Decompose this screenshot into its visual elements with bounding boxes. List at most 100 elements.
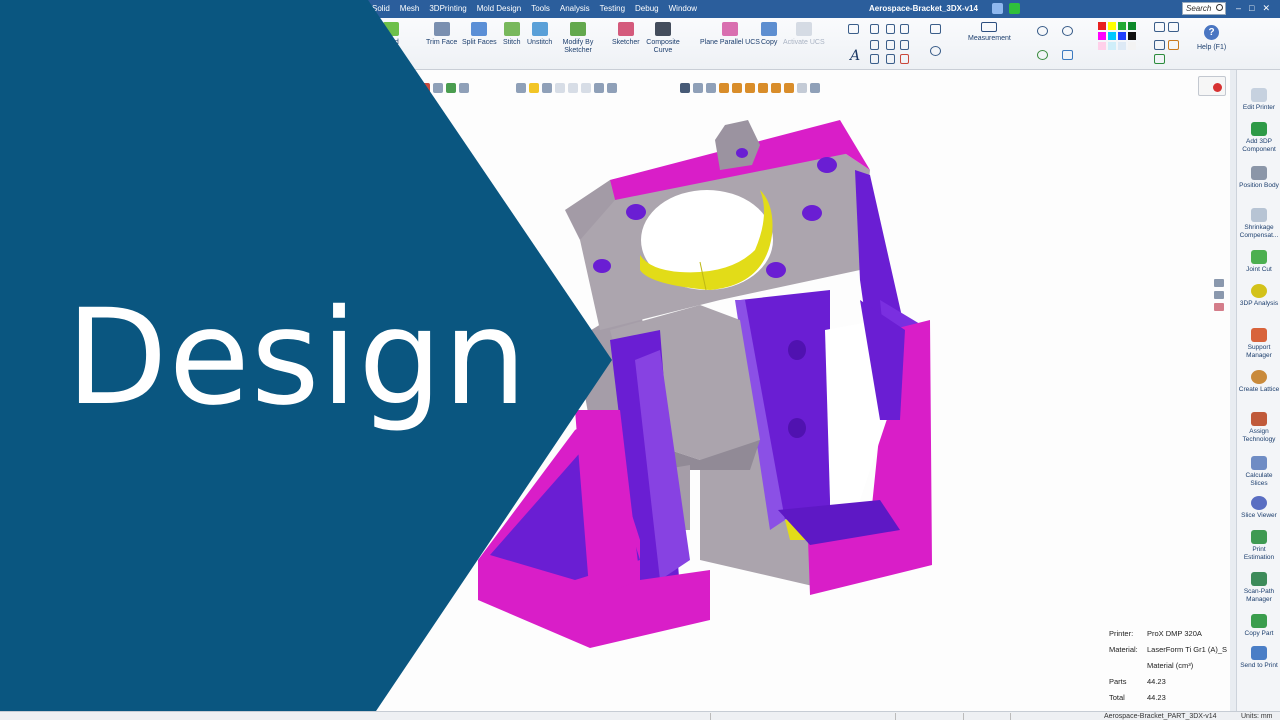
line-weight-icon[interactable] [1154,40,1165,50]
texture-icon[interactable] [1168,40,1179,50]
edit-printer-button[interactable]: Edit Printer [1237,88,1280,112]
side-tool-icon[interactable] [1214,303,1224,311]
color-swatch[interactable] [1118,42,1126,50]
zoom-window-icon[interactable] [1062,26,1073,36]
table-icon[interactable] [900,54,909,64]
activate-ucs-icon [795,22,812,36]
create-lattice-button[interactable]: Create Lattice [1237,370,1280,394]
trim-face-label: Trim Face [426,39,458,46]
rounded-button[interactable]: nded [383,22,399,47]
3dp-analysis-label: 3DP Analysis [1239,300,1279,307]
sketcher-button[interactable]: Sketcher [612,22,640,47]
close-icon[interactable]: ✕ [1262,3,1270,14]
menu-mold-design[interactable]: Mold Design [477,4,521,13]
joint-cut-button[interactable]: Joint Cut [1237,250,1280,274]
filter-icon[interactable] [886,24,895,34]
slice-viewer-button[interactable]: Slice Viewer [1237,496,1280,520]
unstitch-button[interactable]: Unstitch [527,22,552,47]
color-swatch[interactable] [1128,32,1136,40]
shrinkage-icon [1251,208,1267,222]
joint-cut-icon [1251,250,1267,264]
color-swatch[interactable] [1098,32,1106,40]
calculate-slices-button[interactable]: Calculate Slices [1237,456,1280,488]
menu-testing[interactable]: Testing [600,4,625,13]
line-style-icon[interactable] [1154,22,1165,32]
copy-button[interactable]: Copy [761,22,777,47]
copy-part-label: Copy Part [1244,630,1274,637]
send-to-print-button[interactable]: Send to Print [1237,646,1280,670]
color-swatch[interactable] [1128,22,1136,30]
print-estimation-button[interactable]: Print Estimation [1237,530,1280,562]
joint-cut-label: Joint Cut [1246,266,1272,273]
brush-icon[interactable] [1154,54,1165,64]
split-faces-label: Split Faces [462,39,497,46]
font-a-icon[interactable]: A [850,48,860,64]
help-icon[interactable]: ? [1204,25,1219,40]
menu-mesh[interactable]: Mesh [400,4,420,13]
position-body-button[interactable]: Position Body [1237,166,1280,190]
minimize-icon[interactable]: – [1236,3,1241,14]
history-icon[interactable] [930,46,941,56]
estimation-icon [1251,530,1267,544]
check-icon[interactable] [900,24,909,34]
constraint-icon[interactable] [886,54,895,64]
grid-icon[interactable] [900,40,909,50]
side-tool-icon[interactable] [1214,279,1224,287]
menu-3dprinting[interactable]: 3DPrinting [429,4,466,13]
search-input[interactable]: Search [1182,2,1226,15]
3dp-analysis-button[interactable]: 3DP Analysis [1237,284,1280,308]
slices-icon [1251,456,1267,470]
status-units[interactable]: Units: mm [1241,713,1273,720]
zoom-fit-icon[interactable] [1037,50,1048,60]
create-lattice-label: Create Lattice [1238,386,1280,393]
color-swatch[interactable] [1128,42,1136,50]
menu-window[interactable]: Window [669,4,697,13]
status-divider [895,713,896,720]
layers-icon[interactable] [1168,22,1179,32]
trim-face-button[interactable]: Trim Face [426,22,457,47]
maximize-icon[interactable]: □ [1249,3,1254,14]
assign-technology-button[interactable]: Assign Technology [1237,412,1280,444]
side-tool-icon[interactable] [1214,291,1224,299]
color-swatch[interactable] [1108,22,1116,30]
scan-path-manager-button[interactable]: Scan-Path Manager [1237,572,1280,604]
measurement-button[interactable]: Measurement [968,22,1011,43]
assign-technology-label: Assign Technology [1242,428,1276,443]
shrinkage-compensation-button[interactable]: Shrinkage Compensat... [1237,208,1280,240]
split-faces-button[interactable]: Split Faces [462,22,497,47]
copy-icon [761,22,778,36]
sketcher-label: Sketcher [612,39,640,46]
menu-tools[interactable]: Tools [531,4,550,13]
pan-icon[interactable] [1062,50,1073,60]
help-label[interactable]: Help (F1) [1197,44,1226,51]
modify-by-sketcher-button[interactable]: Modify By Sketcher [560,22,596,55]
color-swatch[interactable] [1098,42,1106,50]
stitch-button[interactable]: Stitch [503,22,521,47]
menu-debug[interactable]: Debug [635,4,659,13]
funnel-icon[interactable] [870,40,879,50]
composite-curve-button[interactable]: Composite Curve [645,22,681,55]
plane-parallel-ucs-button[interactable]: Plane Parallel UCS [698,22,762,47]
color-swatch[interactable] [1098,22,1106,30]
rotate-icon[interactable] [930,24,941,34]
section-icon[interactable] [870,24,879,34]
color-swatch[interactable] [1108,32,1116,40]
activate-ucs-button[interactable]: Activate UCS [783,22,825,47]
menu-analysis[interactable]: Analysis [560,4,590,13]
zoom-icon[interactable] [1037,26,1048,36]
color-swatch[interactable] [1118,22,1126,30]
align-icon[interactable] [870,54,879,64]
exit-view-icon[interactable] [1198,76,1226,96]
color-swatch[interactable] [1118,32,1126,40]
support-manager-button[interactable]: Support Manager [1237,328,1280,360]
status-file-name: Aerospace-Bracket_PART_3DX-v14 [1104,713,1217,720]
glasses-icon[interactable] [1009,3,1020,14]
view-icon[interactable] [848,24,859,34]
add-3dp-component-button[interactable]: Add 3DP Component [1237,122,1280,154]
save-icon[interactable] [992,3,1003,14]
menu-solid[interactable]: Solid [372,4,390,13]
color-swatch[interactable] [1108,42,1116,50]
arrow-icon[interactable] [886,40,895,50]
technology-icon [1251,412,1267,426]
copy-part-button[interactable]: Copy Part [1237,614,1280,638]
